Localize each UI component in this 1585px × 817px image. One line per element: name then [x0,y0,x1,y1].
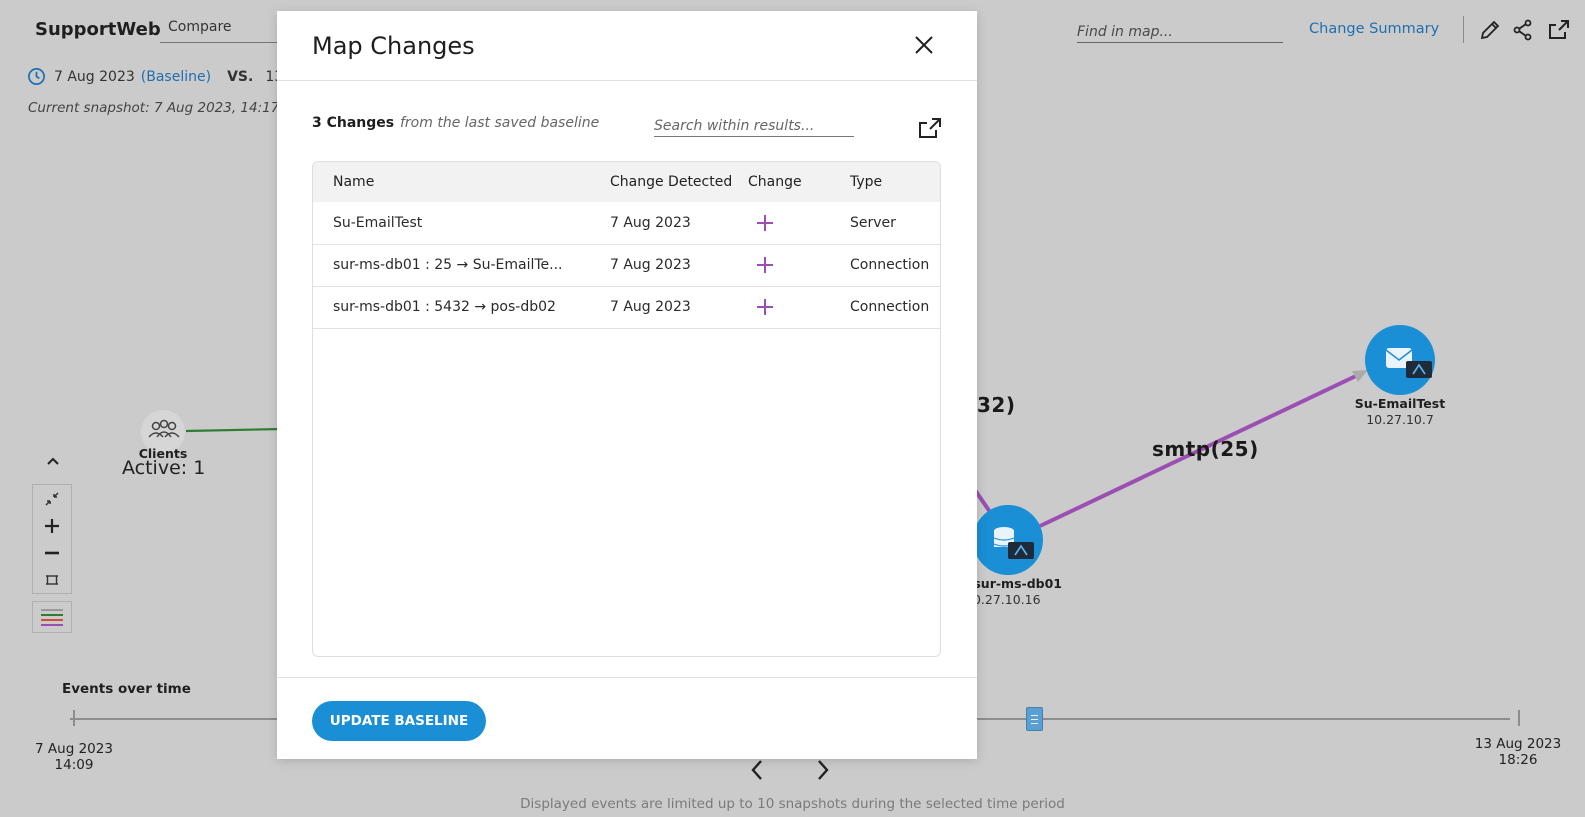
changes-summary: 3 Changes from the last saved baseline [312,115,599,131]
row-change-detected: 7 Aug 2023 [610,299,691,315]
row-name: sur-ms-db01 : 5432 → pos-db02 [333,299,556,315]
timeline-end-time: 18:26 [1498,752,1538,768]
events-over-time-title: Events over time [62,681,191,697]
next-arrow-icon[interactable] [813,758,833,782]
timeline-start-time: 14:09 [54,757,94,773]
timeline-end-label: 13 Aug 2023 18:26 [1462,736,1574,768]
smtp-edge-label: smtp(25) [1152,437,1259,461]
events-limit-note: Displayed events are limited up to 10 sn… [520,796,1065,812]
row-change [748,244,830,286]
table-header-row: Name Change Detected Change Type [313,162,940,202]
search-results-input[interactable] [654,115,854,137]
timeline-end-date: 13 Aug 2023 [1474,736,1562,752]
email-node-ip: 10.27.10.7 [1366,412,1434,427]
column-header-type[interactable]: Type [830,162,940,202]
row-name: sur-ms-db01 : 25 → Su-EmailTe... [333,257,563,273]
map-changes-modal: Map Changes 3 Changes from the last save… [277,11,977,759]
row-change-detected: 7 Aug 2023 [610,214,691,231]
clients-edge [185,427,283,433]
legend-button[interactable] [32,601,72,633]
row-type: Connection [850,257,930,273]
column-header-name[interactable]: Name [313,162,590,202]
table-row[interactable]: sur-ms-db01 : 25 → Su-EmailTe... 7 Aug 2… [313,244,940,286]
row-type: Connection [850,299,930,315]
minus-icon [45,551,59,554]
previous-arrow-icon[interactable] [747,758,767,782]
modal-header: Map Changes [277,11,977,81]
added-plus-icon [757,299,773,315]
row-change-detected: 7 Aug 2023 [610,257,691,273]
zoom-controls [32,484,72,594]
table-row[interactable]: sur-ms-db01 : 5432 → pos-db02 7 Aug 2023… [313,286,940,328]
changes-description: from the last saved baseline [400,115,600,131]
clients-active-count: Active: 1 [122,457,206,479]
zoom-out-button[interactable] [33,539,71,566]
timeline-start-date: 7 Aug 2023 [35,741,113,757]
frame-icon [46,574,58,585]
timeline-start-label: 7 Aug 2023 14:09 [24,741,124,773]
db-edge-added [973,488,992,514]
modal-footer: UPDATE BASELINE [277,677,977,759]
plus-icon [45,518,59,533]
postgres-edge-label: 32) [977,393,1016,417]
collapse-arrows-icon [45,491,59,506]
zoom-in-button[interactable] [33,512,71,539]
table-row[interactable]: Su-EmailTest 7 Aug 2023 Server [313,202,940,244]
fit-to-screen-button[interactable] [33,566,71,593]
email-node-label: Su-EmailTest [1354,396,1446,411]
close-icon[interactable] [913,34,935,56]
timeline-start-tick [73,710,75,726]
row-change [748,286,830,328]
changes-count: 3 Changes [312,115,395,131]
timeline-end-tick [1518,710,1520,726]
su-emailtest-node[interactable] [1365,325,1435,395]
column-header-change-detected[interactable]: Change Detected [590,162,748,202]
changes-table: Name Change Detected Change Type Su-Emai… [313,162,940,329]
column-header-change[interactable]: Change [748,162,830,202]
changes-table-container: Name Change Detected Change Type Su-Emai… [312,161,941,657]
legend-lines-icon [41,609,63,626]
timeline-slider-handle[interactable] [1026,707,1043,731]
collapse-controls-caret-icon[interactable] [45,455,61,469]
row-change [748,202,830,244]
modal-title: Map Changes [312,32,475,60]
added-plus-icon [757,257,773,273]
added-plus-icon [757,214,773,231]
export-results-icon[interactable] [918,117,942,139]
fit-collapse-button[interactable] [33,485,71,512]
sur-ms-db01-node[interactable] [973,505,1043,575]
update-baseline-button[interactable]: UPDATE BASELINE [312,701,486,741]
row-type: Server [850,214,896,231]
db-node-ip: 10.27.10.16 [965,592,1041,607]
row-name: Su-EmailTest [333,214,423,231]
